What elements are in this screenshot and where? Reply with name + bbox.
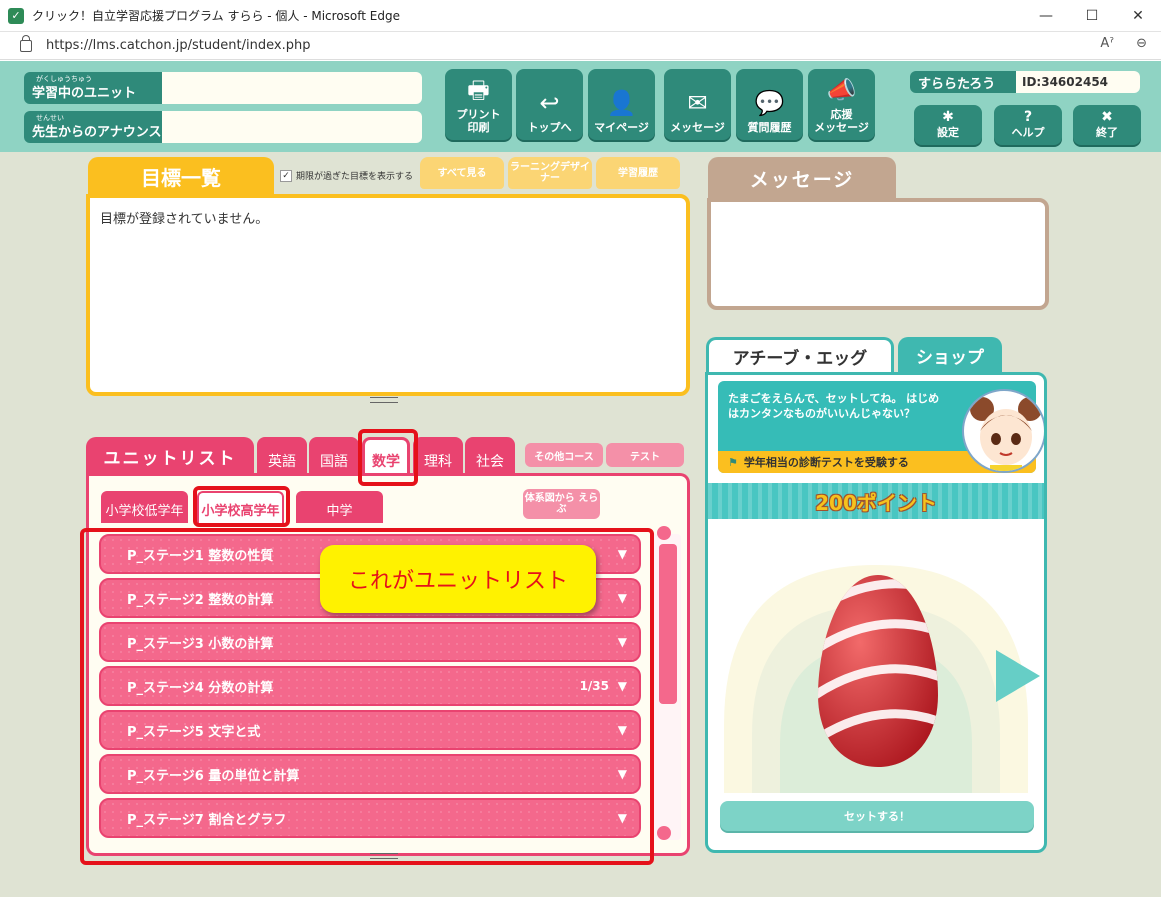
achieve-egg-panel: たまごをえらんで、セットしてね。 はじめはカンタンなものがいいんじゃない？ ⚑ …: [705, 372, 1047, 853]
show-expired-label: 期限が過ぎた目標を表示する: [296, 172, 414, 182]
close-button[interactable]: ✕: [1115, 0, 1161, 32]
annotation-callout: これがユニットリスト: [320, 545, 596, 613]
print-button[interactable]: 🖶 プリント 印刷: [445, 69, 512, 140]
egg-instruction-banner: たまごをえらんで、セットしてね。 はじめはカンタンなものがいいんじゃない？ ⚑ …: [718, 381, 1044, 473]
user-name: すららたろう: [910, 71, 1016, 93]
achieve-egg-tab[interactable]: アチーブ・エッグ: [706, 337, 894, 373]
zoom-out-icon[interactable]: ⊖: [1136, 36, 1147, 51]
highlight-grade-tab: [193, 486, 290, 527]
help-button[interactable]: ? ヘルプ: [994, 105, 1062, 145]
message-panel: [707, 198, 1049, 310]
question-bubble-icon: 💬: [754, 89, 785, 117]
learning-history-button[interactable]: 学習履歴: [596, 157, 680, 189]
window-title: クリック！自立学習応援プログラム すらら - 個人 - Microsoft Ed…: [32, 9, 400, 23]
user-id: ID:34602454: [1016, 71, 1140, 93]
back-arrow-icon: ↩: [539, 89, 560, 117]
subject-tab-english[interactable]: 英語: [257, 437, 307, 475]
printer-icon: 🖶: [467, 76, 490, 104]
subject-tab-science[interactable]: 理科: [413, 437, 463, 475]
grade-tab-junior-high[interactable]: 中学: [296, 491, 383, 523]
user-info: すららたろう ID:34602454: [910, 71, 1140, 93]
scroll-up-handle[interactable]: [657, 526, 671, 540]
question-history-button[interactable]: 💬 質問履歴: [736, 69, 803, 140]
goals-tab[interactable]: 目標一覧: [88, 157, 274, 195]
test-button[interactable]: テスト: [606, 443, 684, 467]
message-tab: メッセージ: [708, 157, 896, 199]
top-button[interactable]: ↩ トップへ: [516, 69, 583, 140]
megaphone-icon: 📣: [826, 76, 857, 104]
next-egg-arrow-icon[interactable]: [996, 650, 1040, 702]
maximize-button[interactable]: ☐: [1069, 0, 1115, 32]
surala-app: がくしゅうちゅう 学習中のユニット せんせい 先生からのアナウンス 🖶 プリント…: [0, 61, 1161, 897]
app-icon: ✓: [8, 7, 24, 24]
resize-handle[interactable]: [370, 397, 398, 403]
browser-titlebar: ✓ クリック！自立学習応援プログラム すらら - 個人 - Microsoft …: [0, 0, 1161, 32]
unit-list-tab: ユニットリスト: [86, 437, 254, 475]
goals-panel: 目標が登録されていません。: [86, 194, 690, 396]
grade-tab-lower-elementary[interactable]: 小学校低学年: [101, 491, 188, 523]
announce-label: 先生からのアナウンス: [32, 124, 162, 140]
current-unit-label: 学習中のユニット: [32, 85, 137, 101]
minimize-button[interactable]: —: [1023, 0, 1069, 32]
subject-tab-social[interactable]: 社会: [465, 437, 515, 475]
other-course-button[interactable]: その他コース: [525, 443, 603, 467]
subject-tab-japanese[interactable]: 国語: [309, 437, 359, 475]
set-egg-button[interactable]: セットする！: [720, 801, 1034, 831]
points-display: 200ポイント: [708, 483, 1044, 519]
choose-by-diagram-button[interactable]: 体系図から えらぶ: [523, 489, 600, 519]
lock-icon[interactable]: [20, 34, 32, 52]
show-expired-checkbox[interactable]: ✓: [280, 169, 292, 182]
read-aloud-icon[interactable]: Aˀ: [1100, 36, 1114, 51]
flag-icon: ⚑: [728, 455, 738, 469]
egg-instruction-text: たまごをえらんで、セットしてね。 はじめはカンタンなものがいいんじゃない？: [728, 392, 940, 420]
message-button[interactable]: ✉ メッセージ: [664, 69, 731, 140]
address-bar: https://lms.catchon.jp/student/index.php…: [0, 32, 1161, 60]
url-field[interactable]: https://lms.catchon.jp/student/index.php: [46, 38, 310, 53]
announce-ruby: せんせい: [36, 114, 64, 122]
show-expired-option[interactable]: ✓ 期限が過ぎた目標を表示する: [280, 169, 413, 182]
announcement-row: せんせい 先生からのアナウンス: [24, 111, 422, 143]
scrollbar-thumb[interactable]: [659, 544, 677, 704]
current-unit-ruby: がくしゅうちゅう: [36, 75, 92, 83]
cheer-message-button[interactable]: 📣 応援 メッセージ: [808, 69, 875, 140]
see-all-button[interactable]: すべて見る: [420, 157, 504, 189]
settings-button[interactable]: ✱ 設定: [914, 105, 982, 145]
envelope-icon: ✉: [687, 89, 708, 117]
highlight-math-tab: [358, 429, 418, 486]
scroll-down-handle[interactable]: [657, 826, 671, 840]
goals-empty-message: 目標が登録されていません。: [100, 212, 269, 227]
current-unit-value[interactable]: [162, 72, 422, 104]
help-icon: ?: [1023, 109, 1033, 125]
shop-tab[interactable]: ショップ: [898, 337, 1002, 373]
app-header: がくしゅうちゅう 学習中のユニット せんせい 先生からのアナウンス 🖶 プリント…: [0, 61, 1161, 152]
character-avatar: [962, 389, 1044, 473]
mypage-button[interactable]: 👤 マイページ: [588, 69, 655, 140]
gear-icon: ✱: [942, 109, 954, 125]
exit-button[interactable]: ✖ 終了: [1073, 105, 1141, 145]
current-unit-row: がくしゅうちゅう 学習中のユニット: [24, 72, 422, 104]
announce-value[interactable]: [162, 111, 422, 143]
person-icon: 👤: [606, 89, 637, 117]
close-icon: ✖: [1101, 109, 1113, 125]
egg-display: [708, 525, 1044, 793]
learning-designer-button[interactable]: ラーニングデザイナー: [508, 157, 592, 189]
